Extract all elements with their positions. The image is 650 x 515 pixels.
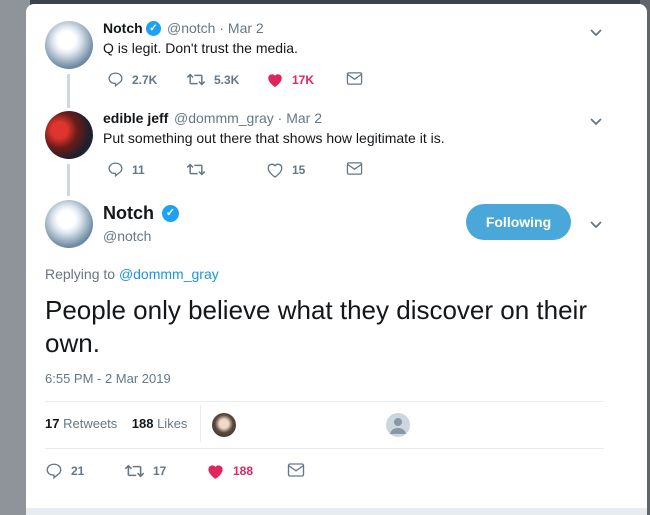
like-count: 15	[292, 162, 306, 177]
message-button[interactable]	[287, 462, 305, 478]
verified-icon: ✓	[146, 21, 161, 36]
like-button[interactable]: 15	[266, 161, 305, 178]
divider	[45, 401, 604, 402]
reply-button[interactable]: 21	[45, 462, 84, 480]
verified-icon: ✓	[162, 205, 179, 222]
like-button[interactable]: 188	[206, 462, 253, 480]
replying-prefix: Replying to	[45, 266, 116, 282]
likes-total[interactable]: 188	[132, 416, 154, 431]
reply-button[interactable]: 11	[107, 161, 145, 178]
author-name[interactable]: Notch	[103, 203, 154, 224]
thread-line	[67, 164, 70, 196]
author-handle[interactable]: @notch	[103, 228, 151, 244]
reply-icon	[108, 72, 123, 88]
retweets-label[interactable]: Retweets	[63, 416, 117, 431]
following-button[interactable]: Following	[466, 204, 571, 240]
engagement-stats: 17 Retweets 188 Likes	[45, 416, 187, 431]
message-icon	[346, 162, 363, 175]
message-icon	[346, 72, 363, 85]
avatar[interactable]	[45, 21, 93, 69]
author-name[interactable]: Notch	[103, 20, 143, 36]
reply-icon	[108, 162, 123, 178]
bottom-divider	[26, 508, 647, 515]
like-count: 17K	[292, 72, 315, 87]
chevron-down-icon[interactable]	[588, 216, 604, 232]
heart-icon	[267, 163, 283, 178]
retweet-icon	[186, 163, 206, 176]
like-button[interactable]: 17K	[266, 71, 314, 88]
reply-count: 2.7K	[132, 72, 158, 87]
likes-label[interactable]: Likes	[157, 416, 187, 431]
message-button[interactable]	[346, 71, 363, 86]
retweet-button[interactable]: 5.3K	[186, 71, 239, 88]
tweet-card: Notch ✓ @notch · Mar 2 Q is legit. Don't…	[26, 4, 647, 515]
retweet-count: 17	[153, 464, 167, 478]
replying-to: Replying to @dommm_gray	[45, 266, 219, 282]
stats-divider	[200, 405, 201, 442]
heart-icon	[268, 74, 282, 87]
thread-line	[67, 74, 70, 108]
reply-button[interactable]: 2.7K	[107, 71, 157, 88]
retweet-button[interactable]	[186, 161, 214, 178]
like-count: 188	[233, 464, 254, 478]
liker-avatar[interactable]	[212, 413, 236, 437]
tweet-text: People only believe what they discover o…	[45, 295, 587, 358]
avatar[interactable]	[45, 111, 93, 159]
author-handle-date[interactable]: @notch · Mar 2	[167, 20, 264, 36]
message-icon	[287, 463, 305, 477]
retweet-count: 5.3K	[214, 72, 240, 87]
retweets-total[interactable]: 17	[45, 416, 59, 431]
heart-icon	[208, 465, 223, 479]
chevron-down-icon[interactable]	[588, 113, 604, 129]
avatar[interactable]	[45, 200, 93, 248]
chevron-down-icon[interactable]	[588, 24, 604, 40]
retweet-icon	[124, 464, 145, 478]
reply-count: 21	[71, 464, 85, 478]
default-avatar-icon	[390, 418, 406, 434]
reply-count: 11	[132, 162, 145, 177]
liker-avatar[interactable]	[386, 413, 410, 437]
tweet-text: Q is legit. Don't trust the media.	[103, 40, 298, 56]
divider	[45, 448, 604, 449]
timestamp[interactable]: 6:55 PM - 2 Mar 2019	[45, 371, 171, 386]
author-handle-date[interactable]: @dommm_gray · Mar 2	[174, 110, 322, 126]
retweet-icon	[186, 73, 206, 86]
reply-icon	[46, 463, 62, 480]
replying-to-link[interactable]: @dommm_gray	[119, 266, 219, 282]
tweet-text: Put something out there that shows how l…	[103, 130, 445, 146]
message-button[interactable]	[346, 161, 363, 176]
author-name[interactable]: edible jeff	[103, 110, 168, 126]
retweet-button[interactable]: 17	[124, 462, 166, 480]
